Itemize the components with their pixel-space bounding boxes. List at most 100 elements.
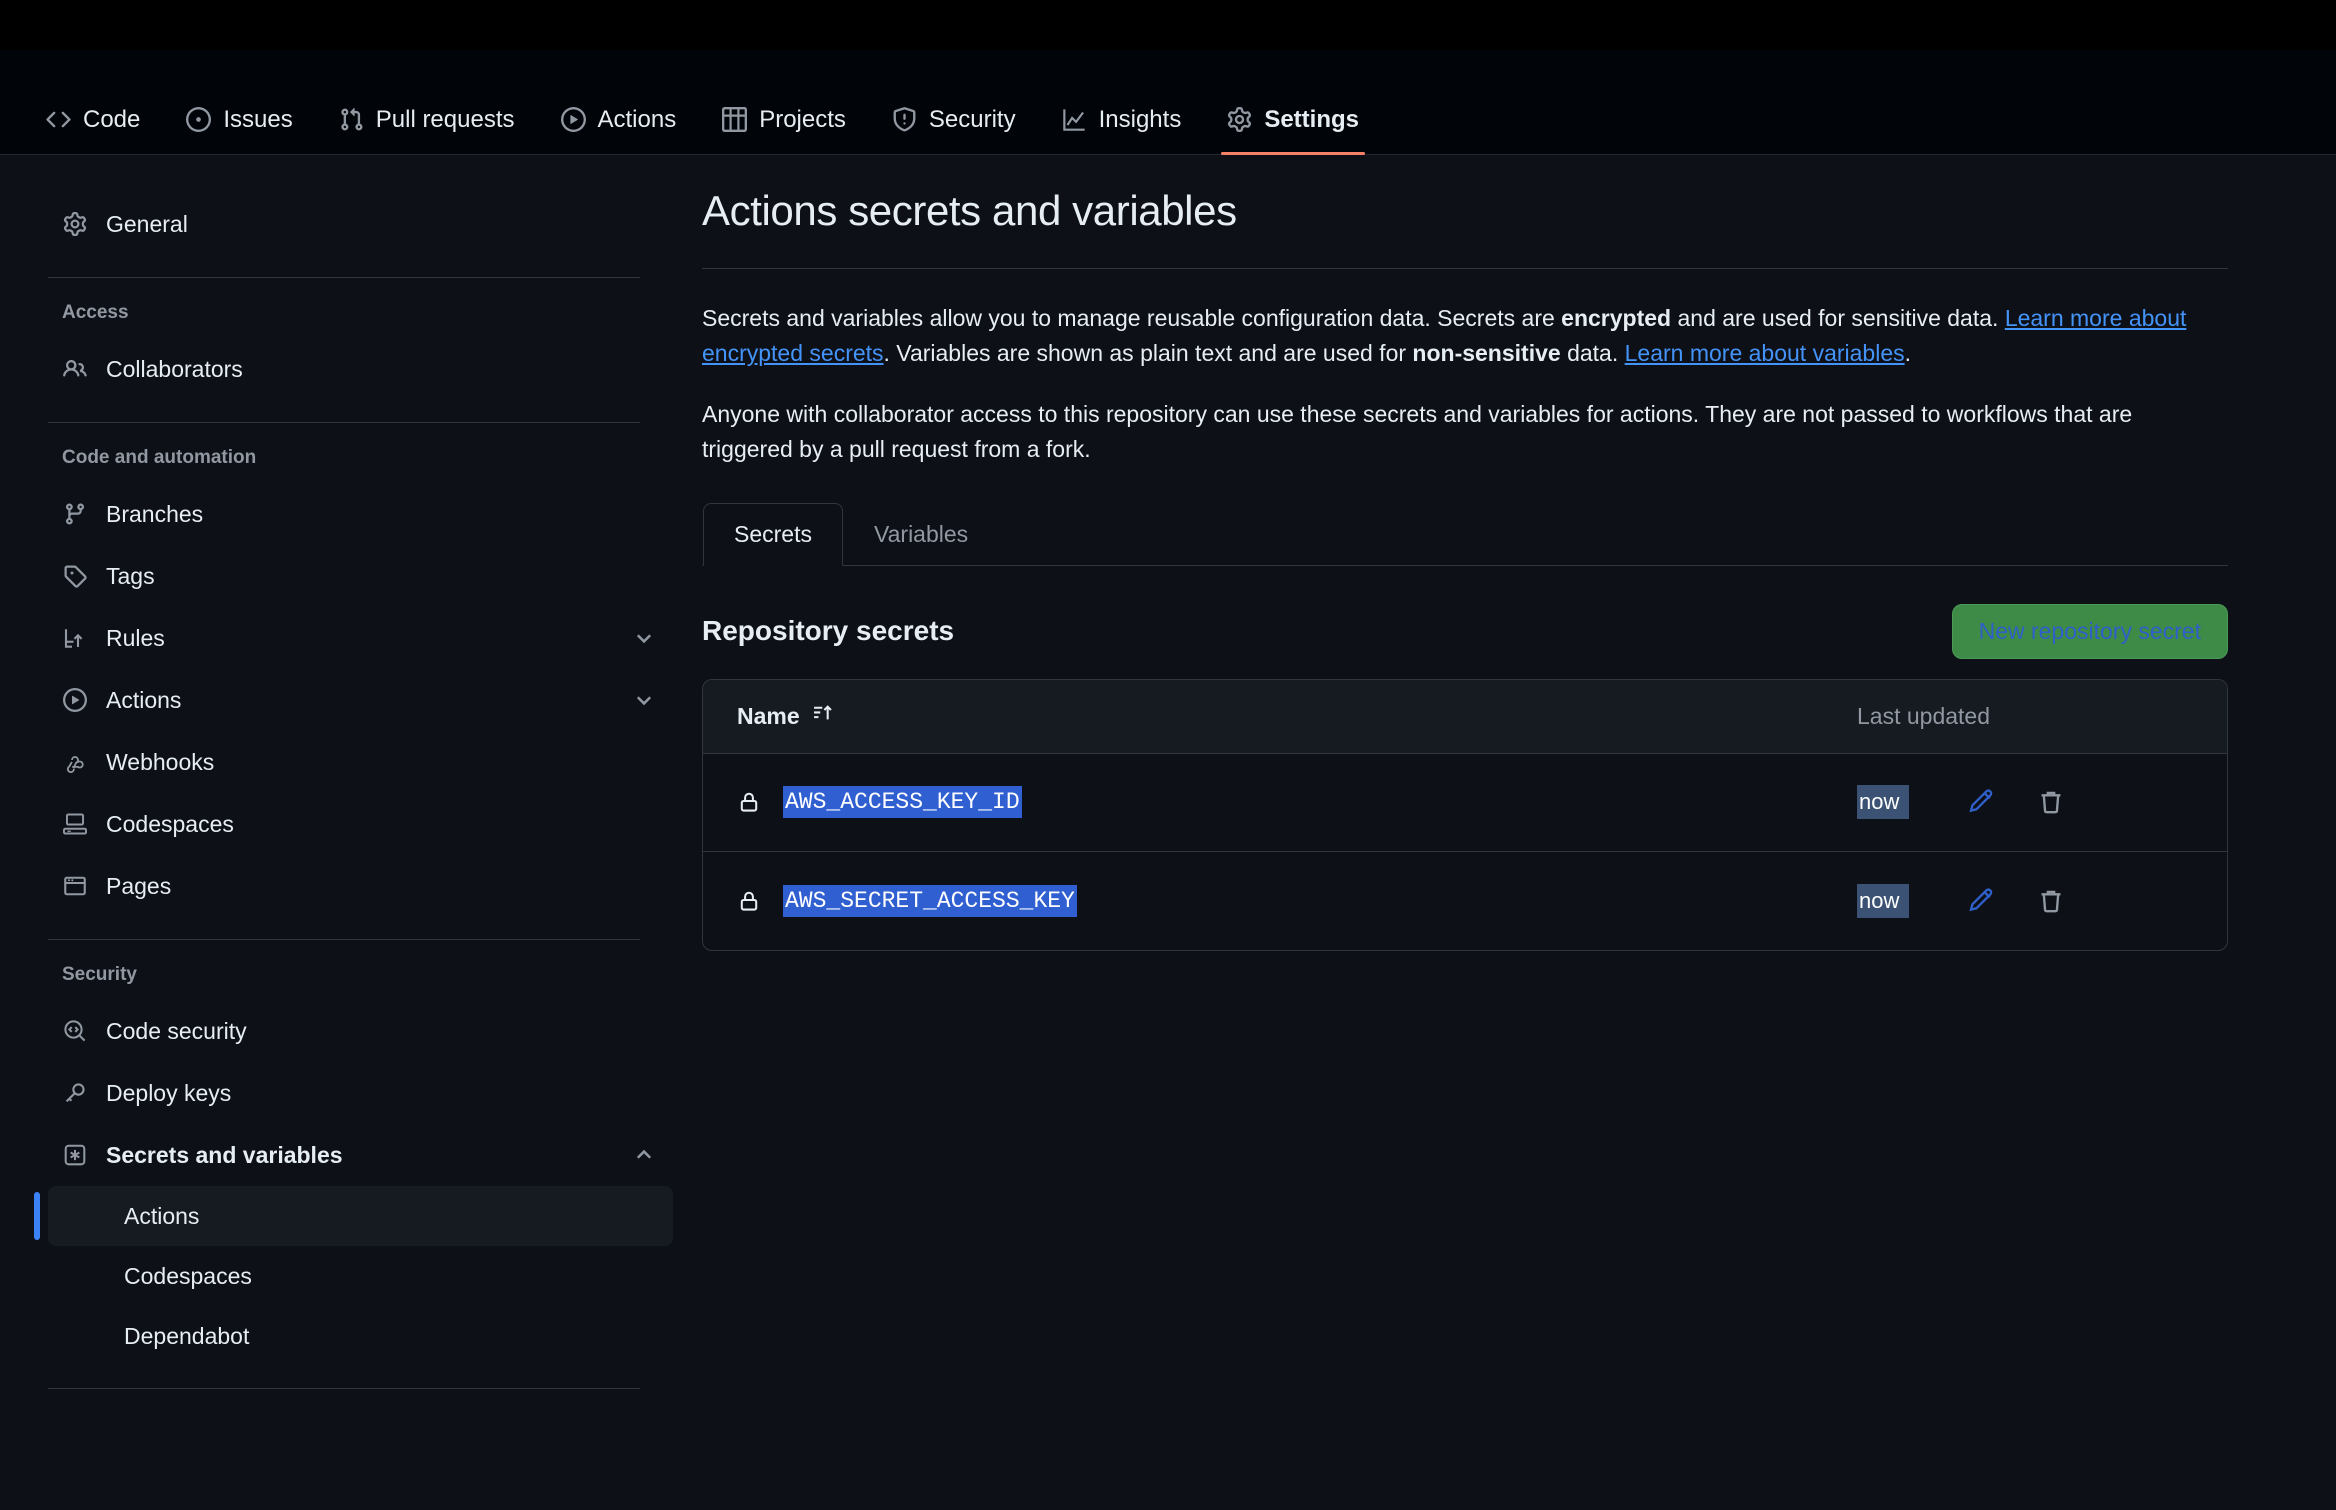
sidebar-subitem-label: Dependabot xyxy=(124,1323,249,1350)
repository-secrets-header: Repository secrets New repository secret xyxy=(702,604,2228,659)
repo-nav-item-projects[interactable]: Projects xyxy=(706,107,862,154)
repo-nav-label: Security xyxy=(929,108,1016,132)
chevron-up-icon[interactable] xyxy=(633,1144,655,1166)
sidebar-divider xyxy=(48,422,640,423)
sidebar-subitem-label: Codespaces xyxy=(124,1263,252,1290)
gear-icon xyxy=(62,212,88,236)
description-paragraph-1: Secrets and variables allow you to manag… xyxy=(702,301,2212,371)
secret-name-cell: AWS_SECRET_ACCESS_KEY xyxy=(737,885,1857,917)
repo-nav-item-code[interactable]: Code xyxy=(30,107,156,154)
desc-text-1: Secrets and variables allow you to manag… xyxy=(702,305,1561,331)
column-header-name[interactable]: Name xyxy=(737,702,1857,730)
key-icon xyxy=(62,1081,88,1105)
desc-bold-encrypted: encrypted xyxy=(1561,305,1671,331)
play-icon xyxy=(62,688,88,712)
desc-text-4: data. xyxy=(1561,340,1625,366)
sidebar-item-webhooks[interactable]: Webhooks xyxy=(48,731,673,793)
play-icon xyxy=(561,107,586,132)
page-title: Actions secrets and variables xyxy=(702,187,2228,235)
rules-icon xyxy=(62,626,88,650)
sidebar-item-pages[interactable]: Pages xyxy=(48,855,673,917)
table-row: AWS_ACCESS_KEY_ID now xyxy=(703,754,2227,852)
codescan-icon xyxy=(62,1019,88,1043)
pencil-icon[interactable] xyxy=(1959,780,2003,824)
sort-asc-icon[interactable] xyxy=(812,702,834,730)
desc-text-3: . Variables are shown as plain text and … xyxy=(884,340,1413,366)
table-icon xyxy=(722,107,747,132)
sidebar-item-secrets-and-variables[interactable]: Secrets and variables xyxy=(48,1124,673,1186)
browser-icon xyxy=(62,874,88,898)
desc-text-2: and are used for sensitive data. xyxy=(1671,305,2005,331)
chevron-down-icon[interactable] xyxy=(633,689,655,711)
sidebar-item-label: General xyxy=(106,211,655,238)
tag-icon xyxy=(62,564,88,588)
codespaces-icon xyxy=(62,812,88,836)
new-repository-secret-button[interactable]: New repository secret xyxy=(1952,604,2228,659)
sidebar-group-title-access: Access xyxy=(48,302,673,324)
secret-name[interactable]: AWS_SECRET_ACCESS_KEY xyxy=(783,885,1077,917)
shield-icon xyxy=(892,107,917,132)
sidebar-item-label: Deploy keys xyxy=(106,1080,655,1107)
sidebar-item-general[interactable]: General xyxy=(48,193,673,255)
desc-text-5: . xyxy=(1905,340,1911,366)
sidebar-item-label: Codespaces xyxy=(106,811,655,838)
code-icon xyxy=(46,107,71,132)
column-header-last-updated: Last updated xyxy=(1857,703,2187,730)
browser-chrome-strip xyxy=(0,0,2336,50)
sidebar-group-title-code-automation: Code and automation xyxy=(48,447,673,469)
secret-name-cell: AWS_ACCESS_KEY_ID xyxy=(737,786,1857,818)
git-pull-request-icon xyxy=(339,107,364,132)
sidebar-item-collaborators[interactable]: Collaborators xyxy=(48,338,673,400)
link-variables[interactable]: Learn more about variables xyxy=(1625,340,1905,366)
sidebar-item-deploy-keys[interactable]: Deploy keys xyxy=(48,1062,673,1124)
sidebar-item-rules[interactable]: Rules xyxy=(48,607,673,669)
people-icon xyxy=(62,357,88,381)
settings-sidebar: General Access Collaborators Code and au… xyxy=(0,155,680,1510)
asterisk-icon xyxy=(62,1143,88,1167)
section-title: Repository secrets xyxy=(702,615,954,647)
repo-nav-item-insights[interactable]: Insights xyxy=(1046,107,1198,154)
sidebar-item-branches[interactable]: Branches xyxy=(48,483,673,545)
sidebar-item-label: Code security xyxy=(106,1018,655,1045)
sidebar-item-code-security[interactable]: Code security xyxy=(48,1000,673,1062)
sidebar-list: General Access Collaborators Code and au… xyxy=(48,193,673,1389)
secrets-table: Name Last updated AWS_ACCESS_KEY_ID now xyxy=(702,679,2228,951)
secrets-table-header: Name Last updated xyxy=(703,680,2227,754)
sidebar-item-actions[interactable]: Actions xyxy=(48,669,673,731)
trash-icon[interactable] xyxy=(2029,780,2073,824)
tab-secrets[interactable]: Secrets xyxy=(703,503,843,566)
pencil-icon[interactable] xyxy=(1959,879,2003,923)
repo-nav-label: Pull requests xyxy=(376,108,515,132)
lock-icon xyxy=(737,790,761,814)
repo-nav-item-settings[interactable]: Settings xyxy=(1211,107,1375,154)
secret-name[interactable]: AWS_ACCESS_KEY_ID xyxy=(783,786,1022,818)
trash-icon[interactable] xyxy=(2029,879,2073,923)
sidebar-item-codespaces[interactable]: Codespaces xyxy=(48,793,673,855)
sidebar-subitem-dependabot[interactable]: Dependabot xyxy=(48,1306,673,1366)
repo-nav-item-issues[interactable]: Issues xyxy=(170,107,308,154)
sidebar-divider xyxy=(48,939,640,940)
column-header-name-label: Name xyxy=(737,703,800,730)
last-updated-value: now xyxy=(1857,884,1909,918)
repo-nav-item-pull-requests[interactable]: Pull requests xyxy=(323,107,531,154)
sidebar-divider xyxy=(48,277,640,278)
repo-nav-item-security[interactable]: Security xyxy=(876,107,1032,154)
repo-nav-item-actions[interactable]: Actions xyxy=(545,107,693,154)
tab-variables[interactable]: Variables xyxy=(843,503,999,566)
sidebar-divider xyxy=(48,1388,640,1389)
gear-icon xyxy=(1227,107,1252,132)
table-row: AWS_SECRET_ACCESS_KEY now xyxy=(703,852,2227,950)
repo-nav-label: Projects xyxy=(759,108,846,132)
issue-opened-icon xyxy=(186,107,211,132)
sidebar-subitem-actions[interactable]: Actions xyxy=(48,1186,673,1246)
desc-bold-non-sensitive: non-sensitive xyxy=(1412,340,1560,366)
page-body: General Access Collaborators Code and au… xyxy=(0,155,2336,1510)
sidebar-subitem-codespaces[interactable]: Codespaces xyxy=(48,1246,673,1306)
sidebar-item-label: Webhooks xyxy=(106,749,655,776)
sidebar-subitem-label: Actions xyxy=(124,1203,199,1230)
git-branch-icon xyxy=(62,502,88,526)
repository-nav: Code Issues Pull requests Actions Projec… xyxy=(0,50,2336,155)
chevron-down-icon[interactable] xyxy=(633,627,655,649)
sidebar-item-label: Secrets and variables xyxy=(106,1142,615,1169)
sidebar-item-tags[interactable]: Rules Tags xyxy=(48,545,673,607)
